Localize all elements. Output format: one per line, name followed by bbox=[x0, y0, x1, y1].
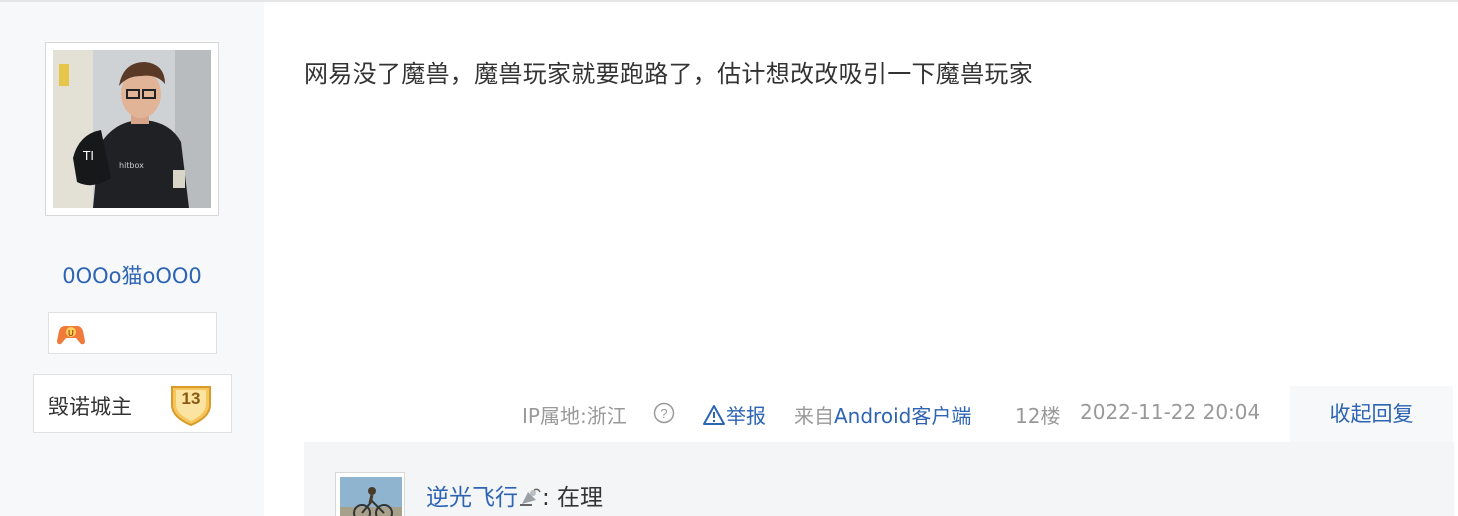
collapse-replies-button[interactable]: 收起回复 bbox=[1290, 386, 1453, 442]
reply-username[interactable]: 逆光飞行 bbox=[426, 485, 518, 511]
svg-text:U: U bbox=[68, 329, 74, 338]
author-avatar[interactable]: TI hitbox bbox=[45, 42, 219, 216]
author-username[interactable]: 0OOo猫oOO0 bbox=[0, 260, 264, 290]
source-prefix: 来自 bbox=[794, 404, 834, 428]
client-link[interactable]: Android客户端 bbox=[834, 404, 971, 428]
svg-text:TI: TI bbox=[82, 149, 94, 163]
satellite-emoji-icon bbox=[518, 486, 542, 514]
level-number: 13 bbox=[181, 389, 201, 408]
report-link[interactable]: 举报 bbox=[702, 400, 766, 429]
reply-text: 在理 bbox=[549, 485, 604, 511]
post-content: 网易没了魔兽，魔兽玩家就要跑路了，估计想改改吸引一下魔兽玩家 bbox=[304, 60, 1033, 88]
help-icon[interactable]: ? bbox=[653, 402, 675, 429]
reply-avatar-image bbox=[340, 477, 402, 516]
reply-separator: : bbox=[542, 485, 550, 511]
author-level[interactable]: 毁诺城主 13 bbox=[33, 374, 232, 433]
author-sidebar: TI hitbox 0OOo猫oOO0 U 毁诺城主 13 bbox=[0, 2, 264, 516]
post-datetime: 2022-11-22 20:04 bbox=[1080, 400, 1261, 424]
avatar-image: TI hitbox bbox=[53, 50, 211, 208]
reply-avatar[interactable] bbox=[335, 472, 405, 516]
post-meta: IP属地:浙江 ? 举报 来自Android客户端 12楼 2022-11-22… bbox=[300, 386, 1290, 440]
floor-number: 12楼 bbox=[1015, 404, 1061, 428]
svg-text:?: ? bbox=[660, 406, 667, 421]
reply-list: 逆光飞行: 在理 bbox=[304, 442, 1454, 516]
report-label: 举报 bbox=[726, 404, 766, 428]
post-floor: TI hitbox 0OOo猫oOO0 U 毁诺城主 13 网易没了魔兽，魔兽玩… bbox=[0, 0, 1458, 516]
post-source: 来自Android客户端 bbox=[794, 400, 971, 429]
level-shield-icon: 13 bbox=[168, 381, 214, 427]
ip-location: IP属地:浙江 bbox=[522, 404, 627, 428]
svg-text:hitbox: hitbox bbox=[119, 161, 144, 170]
author-badge-bar: U bbox=[48, 312, 217, 354]
level-title: 毁诺城主 bbox=[48, 395, 132, 419]
game-controller-badge-icon[interactable]: U bbox=[55, 321, 87, 347]
warning-icon bbox=[703, 405, 725, 425]
reply-item: 逆光飞行: 在理 bbox=[426, 478, 603, 514]
